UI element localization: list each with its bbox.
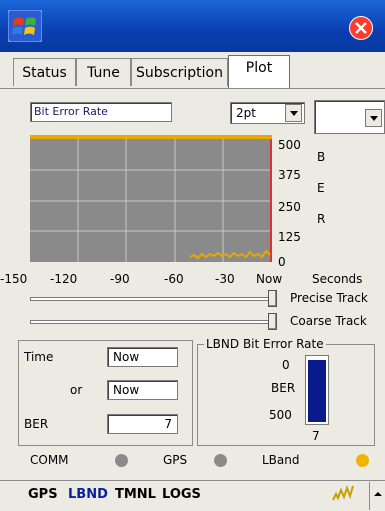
- menu-logs[interactable]: LOGS: [162, 487, 201, 502]
- x-axis-unit: Seconds: [312, 272, 363, 286]
- y-tick: 250: [278, 200, 301, 214]
- time-input[interactable]: Now: [107, 347, 178, 367]
- format-select-value: 2pt: [236, 106, 256, 120]
- plot-area: [30, 135, 272, 262]
- lbnd-bottom-label: 500: [269, 408, 292, 422]
- chevron-down-icon[interactable]: [285, 104, 302, 122]
- scroll-up-button[interactable]: [369, 482, 385, 510]
- axis-letter: R: [317, 212, 326, 226]
- ber-trace: [189, 249, 271, 260]
- comm-label: COMM: [30, 453, 69, 467]
- menu-lbnd[interactable]: LBND: [68, 487, 108, 502]
- axis-letter: B: [317, 150, 326, 164]
- tab-status[interactable]: Status: [13, 58, 76, 86]
- comm-status-indicator: [115, 454, 128, 467]
- tab-plot[interactable]: Plot: [228, 55, 290, 88]
- format-select[interactable]: 2pt: [230, 102, 305, 124]
- x-tick: -60: [164, 272, 184, 286]
- ber-value-field[interactable]: 7: [107, 414, 178, 434]
- ber-bar-fill: [308, 360, 326, 422]
- chevron-down-icon[interactable]: [365, 109, 382, 127]
- precise-track-thumb[interactable]: [268, 290, 277, 307]
- precise-track-label: Precise Track: [290, 291, 368, 305]
- plot-title-field[interactable]: Bit Error Rate: [30, 102, 172, 122]
- gps-label: GPS: [163, 453, 188, 467]
- coarse-track-thumb[interactable]: [268, 313, 277, 330]
- ber-label: BER: [24, 417, 49, 431]
- y-tick: 500: [278, 138, 301, 152]
- time-label: Time: [24, 350, 54, 364]
- y-tick: 375: [278, 168, 301, 182]
- coarse-track-slider[interactable]: [30, 320, 276, 324]
- plot-grid: [30, 139, 272, 262]
- title-bar: [0, 0, 385, 52]
- x-tick: -150: [0, 272, 28, 286]
- menu-gps[interactable]: GPS: [28, 487, 58, 502]
- coarse-track-label: Coarse Track: [290, 314, 367, 328]
- menu-tmnl[interactable]: TMNL: [115, 487, 156, 502]
- precise-track-slider[interactable]: [30, 297, 276, 301]
- windows-logo-icon[interactable]: [7, 9, 43, 43]
- x-tick: -90: [110, 272, 130, 286]
- tab-subscription[interactable]: Subscription: [131, 58, 228, 86]
- signal-icon: [332, 484, 356, 502]
- gps-status-indicator: [214, 454, 227, 467]
- x-tick: -30: [215, 272, 235, 286]
- ber-bar-meter: [305, 355, 329, 425]
- axis-letter: E: [317, 181, 325, 195]
- series-select[interactable]: [314, 100, 385, 134]
- lbnd-value: 7: [312, 429, 320, 443]
- lbnd-legend: LBND Bit Error Rate: [206, 337, 324, 351]
- x-tick: -120: [50, 272, 78, 286]
- tab-tune[interactable]: Tune: [76, 58, 131, 86]
- lband-status-indicator: [356, 454, 369, 467]
- close-icon[interactable]: [349, 16, 373, 40]
- lbnd-top-label: 0: [282, 358, 290, 372]
- y-tick: 0: [278, 255, 286, 269]
- y-tick: 125: [278, 230, 301, 244]
- x-tick: Now: [256, 272, 283, 286]
- lband-label: LBand: [262, 453, 300, 467]
- lbnd-ber-label: BER: [271, 381, 296, 395]
- or-time-input[interactable]: Now: [107, 380, 178, 400]
- or-label: or: [70, 383, 83, 397]
